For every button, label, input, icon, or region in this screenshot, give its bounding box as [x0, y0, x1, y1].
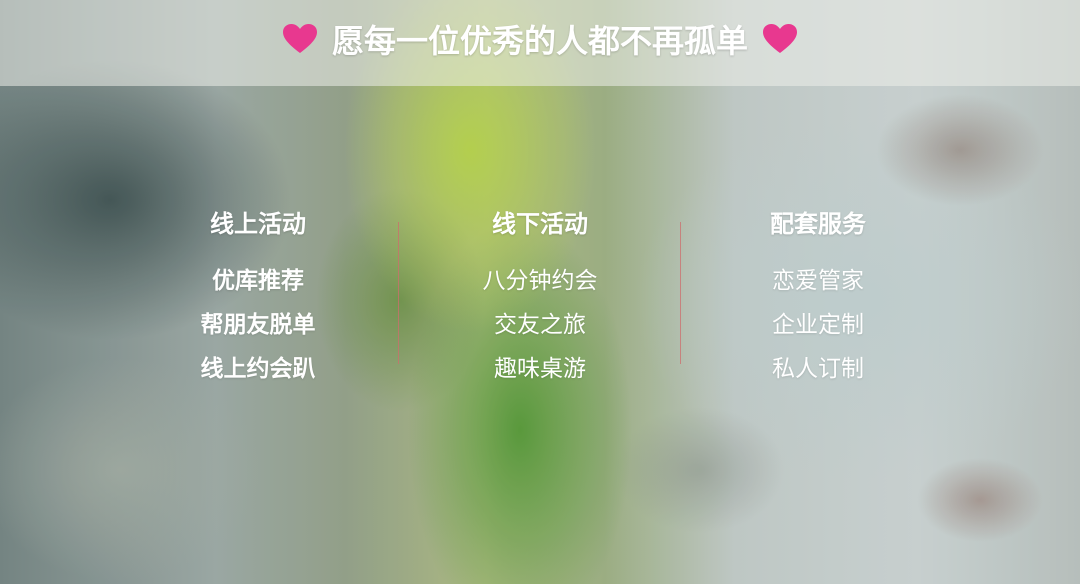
- link-private-custom[interactable]: 私人订制: [708, 347, 928, 391]
- link-friendship-trip[interactable]: 交友之旅: [430, 303, 650, 347]
- column-online-activities: 线上活动 优库推荐 帮朋友脱单 线上约会趴: [148, 206, 368, 391]
- column-title-online: 线上活动: [210, 210, 306, 238]
- link-recommend[interactable]: 优库推荐: [148, 259, 368, 303]
- link-love-butler[interactable]: 恋爱管家: [708, 259, 928, 303]
- column-divider: [398, 222, 399, 364]
- column-services: 配套服务 恋爱管家 企业定制 私人订制: [708, 206, 928, 391]
- column-divider: [680, 222, 681, 364]
- column-offline-activities: 线下活动 八分钟约会 交友之旅 趣味桌游: [430, 206, 650, 391]
- column-title-offline: 线下活动: [492, 210, 588, 238]
- link-online-date-party[interactable]: 线上约会趴: [148, 347, 368, 391]
- link-help-friends[interactable]: 帮朋友脱单: [148, 303, 368, 347]
- service-columns: 线上活动 优库推荐 帮朋友脱单 线上约会趴 线下活动 八分钟约会 交友之旅 趣味…: [0, 0, 1080, 584]
- link-enterprise-custom[interactable]: 企业定制: [708, 303, 928, 347]
- link-eight-minute-date[interactable]: 八分钟约会: [430, 259, 650, 303]
- column-title-services: 配套服务: [770, 210, 866, 238]
- link-board-games[interactable]: 趣味桌游: [430, 347, 650, 391]
